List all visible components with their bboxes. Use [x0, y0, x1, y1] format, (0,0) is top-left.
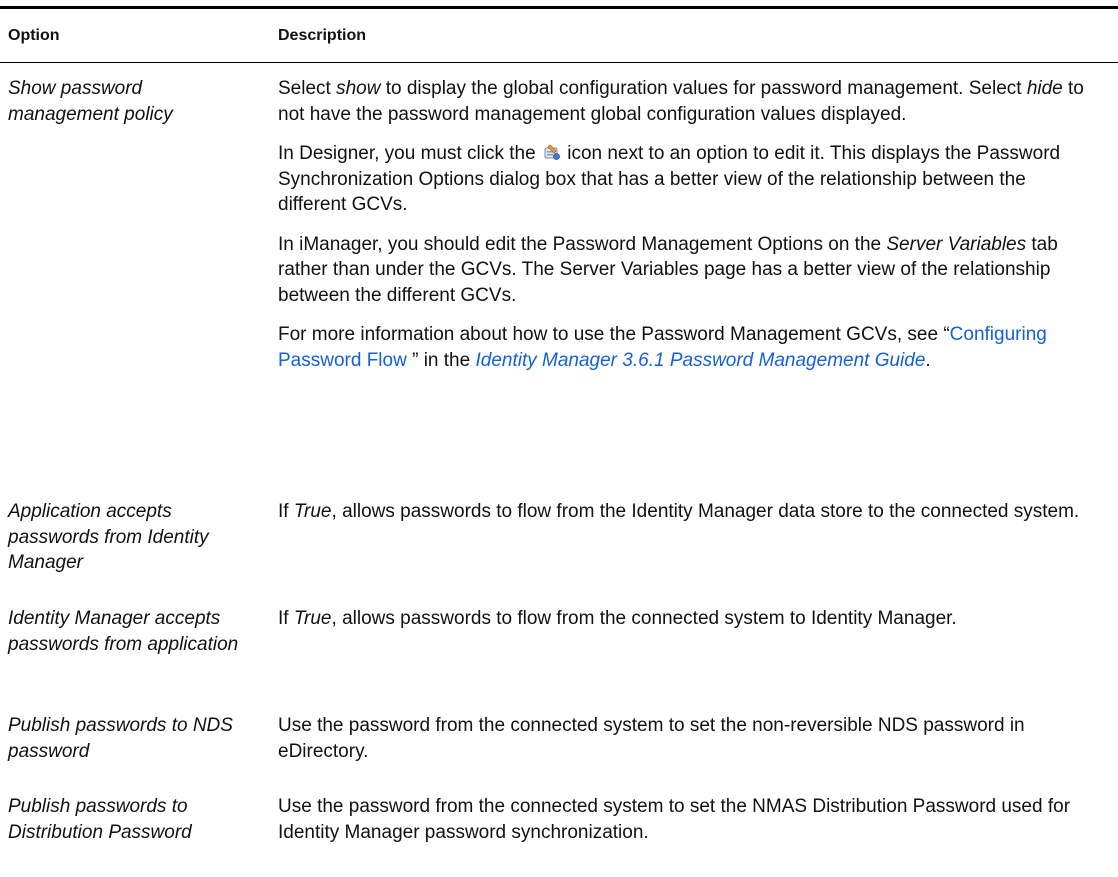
description-paragraph: For more information about how to use th…: [278, 322, 1098, 373]
description-paragraph: Use the password from the connected syst…: [278, 794, 1098, 845]
option-name: Application accepts passwords from Ident…: [8, 501, 209, 573]
text-run: ” in the: [412, 349, 476, 371]
text-run-emphasis: hide: [1026, 78, 1063, 99]
text-run: to display the global configuration valu…: [380, 78, 1027, 99]
text-run: , allows passwords to flow from the Iden…: [331, 501, 1080, 522]
option-description: If True, allows passwords to flow from t…: [278, 499, 1118, 593]
text-run: Select: [278, 78, 337, 99]
description-paragraph: If True, allows passwords to flow from t…: [278, 606, 1098, 632]
table-row: Publish passwords to Distribution Passwo…: [0, 781, 1118, 862]
description-paragraph: In iManager, you should edit the Passwor…: [278, 232, 1098, 309]
description-paragraph: In Designer, you must click the icon nex…: [278, 141, 1098, 218]
header-option: Option: [8, 26, 60, 44]
edit-gcv-icon: [543, 143, 560, 160]
text-run: In Designer, you must click the: [278, 143, 541, 164]
table-header-row: Option Description: [0, 9, 1118, 62]
password-management-guide-link[interactable]: Identity Manager 3.6.1 Password Manageme…: [475, 350, 925, 371]
option-name: Identity Manager accepts passwords from …: [8, 608, 239, 655]
text-run: In iManager, you should edit the Passwor…: [278, 233, 887, 255]
text-run: For more information about how to use th…: [278, 324, 950, 345]
table-row: Application accepts passwords from Ident…: [0, 486, 1118, 593]
text-run: Use the password from the connected syst…: [278, 715, 1025, 762]
description-paragraph: Select show to display the global config…: [278, 76, 1098, 127]
text-run: If: [278, 608, 294, 629]
text-run: .: [925, 349, 931, 371]
option-description: Use the password from the connected syst…: [278, 794, 1118, 862]
table-row: Identity Manager accepts passwords from …: [0, 593, 1118, 700]
table-row: Publish passwords to NDS password Use th…: [0, 700, 1118, 781]
text-run: , allows passwords to flow from the conn…: [331, 608, 957, 629]
option-description: Use the password from the connected syst…: [278, 713, 1118, 781]
text-run-emphasis: Server Variables: [886, 233, 1027, 255]
text-run: Use the password from the connected syst…: [278, 796, 1071, 843]
option-description: If True, allows passwords to flow from t…: [278, 606, 1118, 700]
header-description: Description: [278, 26, 367, 44]
options-table: Option Description Show password managem…: [0, 6, 1118, 862]
text-run: If: [278, 501, 294, 522]
option-name: Show password management policy: [8, 78, 173, 125]
option-name: Publish passwords to NDS password: [8, 715, 233, 762]
option-name: Publish passwords to Distribution Passwo…: [8, 796, 192, 843]
option-description: Select show to display the global config…: [278, 76, 1118, 486]
text-run-emphasis: True: [293, 608, 332, 629]
table-row: Show password management policy Select s…: [0, 63, 1118, 486]
description-paragraph: Use the password from the connected syst…: [278, 713, 1098, 764]
description-paragraph: If True, allows passwords to flow from t…: [278, 499, 1098, 525]
text-run-emphasis: show: [336, 78, 381, 99]
text-run-emphasis: True: [293, 501, 332, 522]
